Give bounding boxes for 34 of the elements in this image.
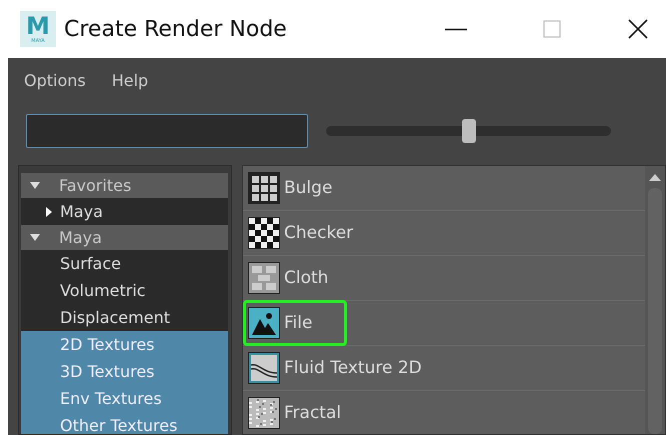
- fluid-texture-icon: [248, 352, 280, 384]
- search-field[interactable]: [26, 114, 308, 148]
- menu-item[interactable]: Options: [24, 70, 86, 90]
- fractal-texture-icon: [248, 397, 280, 429]
- tree-item[interactable]: Displacement: [21, 304, 228, 331]
- node-item[interactable]: Checker: [243, 211, 645, 256]
- tree-item[interactable]: Volumetric: [21, 277, 228, 304]
- tree-item[interactable]: Other Textures: [21, 412, 228, 434]
- maximize-icon: [543, 20, 561, 38]
- window-title: Create Render Node: [64, 16, 287, 42]
- node-item[interactable]: File: [243, 301, 645, 346]
- menu-item[interactable]: Help: [112, 70, 148, 90]
- minimize-icon: [444, 28, 468, 30]
- node-item[interactable]: Fluid Texture 2D: [243, 346, 645, 391]
- node-item[interactable]: Fractal: [243, 391, 645, 434]
- tree-item[interactable]: Maya: [21, 198, 228, 225]
- slider[interactable]: [326, 119, 611, 143]
- tree-item[interactable]: 3D Textures: [21, 358, 228, 385]
- tree-item[interactable]: 2D Textures: [21, 331, 228, 358]
- checker-texture-icon: [248, 217, 280, 249]
- file-texture-icon: [248, 307, 280, 339]
- scroll-up-icon[interactable]: [648, 172, 662, 182]
- node-item[interactable]: Cloth: [243, 256, 645, 301]
- close-icon: [628, 19, 648, 39]
- expand-arrow-icon[interactable]: [45, 206, 53, 218]
- scrollbar[interactable]: [645, 166, 665, 434]
- tree-item[interactable]: Env Textures: [21, 385, 228, 412]
- node-item[interactable]: Bulge: [243, 166, 645, 211]
- cloth-texture-icon: [248, 262, 280, 294]
- slider-thumb[interactable]: [462, 119, 476, 143]
- tree-header[interactable]: Favorites: [21, 173, 228, 198]
- tree-item[interactable]: Surface: [21, 250, 228, 277]
- bulge-texture-icon: [248, 172, 280, 204]
- tree-header[interactable]: Maya: [21, 225, 228, 250]
